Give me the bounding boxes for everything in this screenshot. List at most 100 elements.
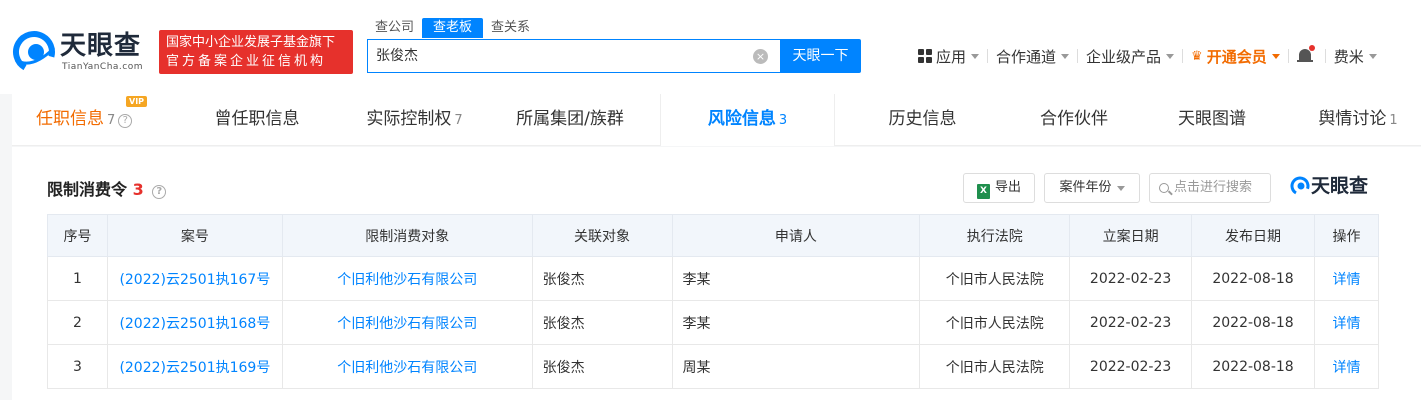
- nav-enterprise[interactable]: 企业级产品: [1078, 46, 1182, 67]
- year-filter-label: 案件年份: [1059, 180, 1112, 195]
- nav-app[interactable]: 应用: [910, 46, 987, 67]
- unread-dot: [1308, 45, 1315, 51]
- panel-count: 3: [132, 180, 144, 199]
- nav-partner[interactable]: 合作通道: [988, 46, 1077, 67]
- chevron-down-icon: [1368, 53, 1377, 59]
- nav-user[interactable]: 费米: [1326, 46, 1385, 67]
- table-search-placeholder: 点击进行搜索: [1174, 180, 1253, 195]
- tab-label: 合作伙伴: [1040, 109, 1108, 129]
- case-number-cell: (2022)云2501执168号: [106, 300, 283, 345]
- consumption-restriction-panel: 限制消费令 3 ? X 导出 案件年份 点击进行搜索 天眼查 序号 案号 限制消费…: [12, 147, 1421, 400]
- published-date: 2022-08-18: [1191, 300, 1315, 345]
- target-company-link[interactable]: 个旧利他沙石有限公司: [337, 316, 477, 332]
- filed-date: 2022-02-23: [1069, 300, 1193, 345]
- export-label: 导出: [994, 180, 1021, 195]
- crown-icon: ♛: [1191, 48, 1203, 64]
- slogan-banner: 国家中小企业发展子基金旗下 官方备案企业征信机构: [159, 30, 353, 74]
- applicant: 周某: [671, 344, 921, 389]
- search-tab-relation[interactable]: 查关系: [483, 18, 538, 38]
- action-cell: 详情: [1314, 344, 1379, 389]
- restriction-table: 序号 案号 限制消费对象 关联对象 申请人 执行法院 立案日期 发布日期 操作 …: [47, 214, 1379, 389]
- court: 个旧市人民法院: [919, 300, 1071, 345]
- target-company-link[interactable]: 个旧利他沙石有限公司: [337, 272, 477, 288]
- table-search[interactable]: 点击进行搜索: [1149, 173, 1271, 203]
- slogan-line-1: 国家中小企业发展子基金旗下: [166, 35, 336, 50]
- tab-partners[interactable]: 合作伙伴: [1024, 94, 1124, 146]
- tab-count: 3: [778, 113, 788, 128]
- case-number-cell: (2022)云2501执167号: [106, 256, 283, 301]
- search-input[interactable]: [376, 40, 736, 72]
- search-icon: [1159, 183, 1169, 193]
- tab-history[interactable]: 历史信息: [870, 94, 975, 146]
- bell-icon: [1296, 45, 1315, 65]
- col-header: 限制消费对象: [281, 214, 533, 257]
- help-icon[interactable]: ?: [118, 114, 133, 128]
- help-icon[interactable]: ?: [152, 185, 167, 199]
- tab-group[interactable]: 所属集团/族群: [505, 94, 635, 146]
- logo-mark-icon: [13, 31, 56, 73]
- tab-risk-info[interactable]: 风险信息 3: [660, 94, 835, 146]
- panel-title-text: 限制消费令: [47, 180, 128, 199]
- court: 个旧市人民法院: [919, 256, 1071, 301]
- related-party: 张俊杰: [531, 300, 673, 345]
- action-cell: 详情: [1314, 300, 1379, 345]
- action-cell: 详情: [1314, 256, 1379, 301]
- row-number: 3: [47, 344, 108, 389]
- case-number-link[interactable]: (2022)云2501执169号: [119, 360, 270, 376]
- col-header: 关联对象: [531, 214, 673, 257]
- logo-text: 天眼查: [60, 31, 142, 61]
- col-header: 立案日期: [1069, 214, 1193, 257]
- col-header: 执行法院: [919, 214, 1071, 257]
- related-party: 张俊杰: [531, 344, 673, 389]
- nav-app-label: 应用: [936, 47, 967, 66]
- tab-label: 舆情讨论: [1318, 109, 1387, 129]
- court: 个旧市人民法院: [919, 344, 1071, 389]
- col-header: 申请人: [671, 214, 921, 257]
- tianyancha-logo[interactable]: 天眼查 TianYanCha.com: [12, 30, 154, 74]
- excel-icon: X: [976, 184, 990, 199]
- slogan-line-2: 官方备案企业征信机构: [166, 54, 327, 69]
- case-number-link[interactable]: (2022)云2501执168号: [119, 316, 270, 332]
- tab-label: 曾任职信息: [214, 109, 300, 129]
- tab-count: 1: [1389, 113, 1398, 128]
- search-button[interactable]: 天眼一下: [780, 39, 861, 73]
- table-row: 2 (2022)云2501执168号 个旧利他沙石有限公司 张俊杰 李某 个旧市…: [47, 300, 1379, 345]
- notification-bell[interactable]: [1289, 45, 1325, 65]
- detail-link[interactable]: 详情: [1333, 272, 1361, 288]
- user-name: 费米: [1333, 47, 1364, 66]
- nav-vip-label: 开通会员: [1206, 47, 1267, 66]
- tab-count: 7: [107, 113, 116, 128]
- clear-icon[interactable]: ×: [753, 49, 768, 64]
- year-filter-dropdown[interactable]: 案件年份: [1044, 173, 1140, 203]
- nav-enterprise-label: 企业级产品: [1086, 47, 1162, 66]
- target-company-link[interactable]: 个旧利他沙石有限公司: [337, 360, 477, 376]
- nav-vip[interactable]: ♛ 开通会员: [1183, 46, 1288, 67]
- detail-link[interactable]: 详情: [1333, 360, 1361, 376]
- search-tab-company[interactable]: 查公司: [367, 18, 422, 38]
- chevron-down-icon: [1166, 53, 1175, 59]
- case-number-cell: (2022)云2501执169号: [106, 344, 283, 389]
- tab-label: 天眼图谱: [1178, 109, 1246, 129]
- published-date: 2022-08-18: [1191, 344, 1315, 389]
- tab-graph[interactable]: 天眼图谱: [1162, 94, 1262, 146]
- search-tab-boss[interactable]: 查老板: [422, 18, 484, 38]
- chevron-down-icon: [1271, 53, 1280, 59]
- tab-former-positions[interactable]: 曾任职信息: [202, 94, 312, 146]
- tab-label: 所属集团/族群: [516, 109, 624, 129]
- target-cell: 个旧利他沙石有限公司: [281, 344, 533, 389]
- tab-current-positions[interactable]: 任职信息 7? VIP: [36, 94, 156, 146]
- case-number-link[interactable]: (2022)云2501执167号: [119, 272, 270, 288]
- detail-link[interactable]: 详情: [1333, 316, 1361, 332]
- tab-opinion[interactable]: 舆情讨论 1: [1302, 94, 1414, 146]
- logo-mark-icon: [1290, 176, 1310, 196]
- table-row: 1 (2022)云2501执167号 个旧利他沙石有限公司 张俊杰 李某 个旧市…: [47, 256, 1379, 301]
- tab-label: 风险信息: [707, 109, 776, 129]
- row-number: 2: [47, 300, 108, 345]
- applicant: 李某: [671, 256, 921, 301]
- col-header: 操作: [1314, 214, 1379, 257]
- brand-text: 天眼查: [1311, 175, 1369, 197]
- tab-count: 7: [454, 113, 463, 128]
- export-button[interactable]: X 导出: [963, 173, 1035, 203]
- tab-actual-control[interactable]: 实际控制权 7: [352, 94, 477, 146]
- filed-date: 2022-02-23: [1069, 256, 1193, 301]
